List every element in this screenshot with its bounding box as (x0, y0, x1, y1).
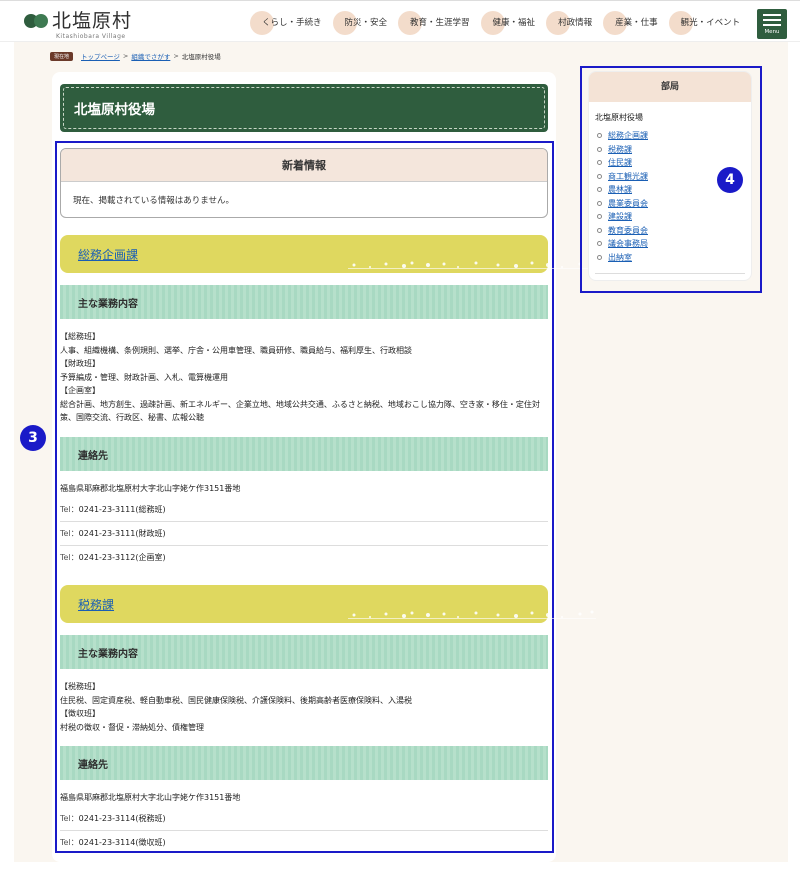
address: 福島県耶麻郡北塩原村大字北山字姥ケ作3151番地 (60, 484, 241, 493)
tel-row[interactable]: Tel：0241-23-3111(財政班) (60, 522, 548, 546)
menu-button[interactable]: Menu (757, 9, 787, 39)
contact-zeimu: 福島県耶麻郡北塩原村大字北山字姥ケ作3151番地 Tel：0241-23-311… (60, 789, 548, 855)
tel-row[interactable]: Tel：0241-23-3114(税務班) (60, 807, 548, 831)
breadcrumb: 現在地 トップページ > 組織でさがす > 北塩原村役場 (50, 51, 221, 61)
nav-item-industry[interactable]: 産業・仕事 (603, 11, 667, 35)
duty-line: 【税務班】 (60, 682, 100, 691)
section-title: 連絡先 (78, 451, 108, 462)
sidebar-item-nogyo[interactable]: 農業委員会 (597, 197, 648, 211)
news-panel: 新着情報 現在、掲載されている情報はありません。 (60, 148, 548, 218)
logo-subtitle: Kitashiobara Village (56, 33, 126, 40)
duty-line: 人事、組織機構、条例規則、選挙、庁舎・公用車管理、職員研修、職員給与、福利厚生、… (60, 345, 412, 355)
nav-item-tourism[interactable]: 観光・イベント (668, 11, 750, 35)
section-contact-zeimu: 連絡先 (60, 746, 548, 780)
nav-item-health[interactable]: 健康・福祉 (480, 11, 545, 35)
breadcrumb-link-top[interactable]: トップページ (81, 51, 120, 61)
dept-header-soumu: 総務企画課 (60, 235, 596, 273)
section-title: 連絡先 (78, 760, 108, 771)
sidebar-item-gikai[interactable]: 議会事務局 (597, 237, 648, 251)
sidebar-item-kyoiku[interactable]: 教育委員会 (597, 224, 648, 238)
tel-row[interactable]: Tel：0241-23-3111(総務班) (60, 498, 548, 522)
tel-row[interactable]: Tel：0241-23-3112(企画室) (60, 546, 548, 570)
section-contact-soumu: 連絡先 (60, 437, 548, 471)
contact-soumu: 福島県耶麻郡北塩原村大字北山字姥ケ作3151番地 Tel：0241-23-311… (60, 480, 548, 570)
breadcrumb-badge: 現在地 (50, 51, 74, 61)
duty-line: 予算編成・管理、財政計画、入札、電算機運用 (60, 372, 228, 382)
address: 福島県耶麻郡北塩原村大字北山字姥ケ作3151番地 (60, 793, 241, 802)
logo-text: 北塩原村 (52, 10, 133, 32)
section-title: 主な業務内容 (78, 299, 138, 310)
sidebar-item-norin[interactable]: 農林課 (597, 183, 648, 197)
sidebar-item-suitou[interactable]: 出納室 (597, 251, 648, 265)
village-emblem-icon (24, 9, 48, 33)
nav-item-education[interactable]: 教育・生涯学習 (398, 11, 479, 35)
menu-label: Menu (764, 29, 780, 35)
dept-link-soumu[interactable]: 総務企画課 (78, 246, 138, 263)
duties-zeimu: 【税務班】 住民税、固定資産税、軽自動車税、国民健康保険税、介護保険料、後期高齢… (60, 680, 548, 734)
tel-row[interactable]: Tel：0241-23-3114(徴収班) (60, 831, 548, 855)
breadcrumb-current: 北塩原村役場 (181, 53, 221, 61)
breadcrumb-link-org[interactable]: 組織でさがす (131, 51, 170, 61)
nav-item-village-info[interactable]: 村政情報 (546, 11, 601, 35)
sidebar-title: 部局 (589, 72, 751, 102)
dept-header-zeimu: 税務課 (60, 585, 596, 623)
divider (595, 273, 745, 274)
sidebar-item-zeimu[interactable]: 税務課 (597, 143, 648, 157)
duty-line: 総合計画、地方創生、過疎計画、新エネルギー、企業立地、地域公共交通、ふるさと納税… (60, 399, 540, 423)
dept-link-zeimu[interactable]: 税務課 (78, 596, 114, 613)
flower-decoration-icon (348, 260, 596, 269)
duty-line: 住民税、固定資産税、軽自動車税、国民健康保険税、介護保険料、後期高齢者医療保険料… (60, 695, 412, 705)
annotation-badge-side: 4 (717, 167, 743, 193)
section-duties-zeimu: 主な業務内容 (60, 635, 548, 669)
section-title: 主な業務内容 (78, 649, 138, 660)
duty-line: 【企画室】 (60, 386, 100, 395)
sidebar-item-jumin[interactable]: 住民課 (597, 156, 648, 170)
duty-line: 【財政班】 (60, 359, 100, 368)
sidebar-item-shoko[interactable]: 商工観光課 (597, 170, 648, 184)
duty-line: 【総務班】 (60, 332, 100, 341)
section-duties-soumu: 主な業務内容 (60, 285, 548, 319)
duty-line: 村税の徴収・督促・滞納処分、債権管理 (60, 722, 204, 732)
sidebar-list: 総務企画課 税務課 住民課 商工観光課 農林課 農業委員会 建設課 教育委員会 … (597, 129, 648, 264)
sidebar-item-soumu[interactable]: 総務企画課 (597, 129, 648, 143)
site-header: 北塩原村 Kitashiobara Village くらし・手続き 防災・安全 … (0, 0, 800, 42)
sidebar-item-kensetsu[interactable]: 建設課 (597, 210, 648, 224)
nav-item-safety[interactable]: 防災・安全 (332, 11, 397, 35)
annotation-badge-main: 3 (20, 425, 46, 451)
site-logo[interactable]: 北塩原村 Kitashiobara Village (24, 9, 133, 40)
sidebar-subtitle: 北塩原村役場 (595, 113, 643, 122)
page-title-box: 北塩原村役場 (60, 84, 548, 132)
global-nav: くらし・手続き 防災・安全 教育・生涯学習 健康・福祉 村政情報 産業・仕事 観… (250, 11, 751, 35)
duties-soumu: 【総務班】 人事、組織機構、条例規則、選挙、庁舎・公用車管理、職員研修、職員給与… (60, 330, 548, 425)
duty-line: 【徴収班】 (60, 709, 100, 718)
news-body: 現在、掲載されている情報はありません。 (73, 196, 234, 206)
nav-item-life[interactable]: くらし・手続き (250, 11, 331, 35)
news-title: 新着情報 (61, 149, 547, 182)
page-title: 北塩原村役場 (63, 87, 545, 129)
flower-decoration-icon (348, 610, 596, 619)
